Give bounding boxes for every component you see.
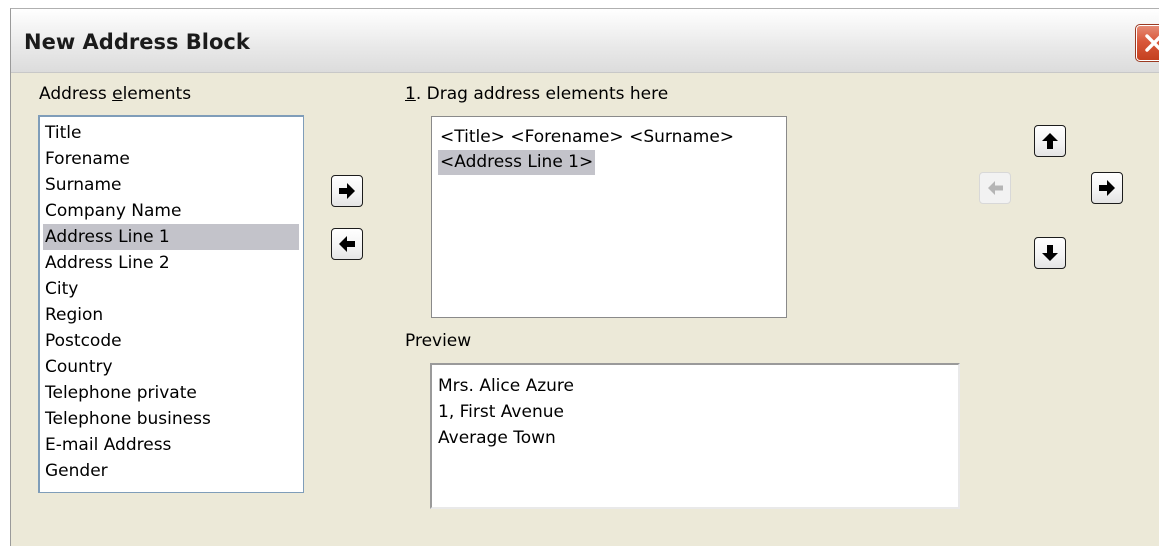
address-elements-list[interactable]: Title Forename Surname Company Name Addr… xyxy=(38,115,304,493)
list-item[interactable]: Company Name xyxy=(43,198,181,224)
move-left-button[interactable] xyxy=(979,172,1011,204)
move-up-button[interactable] xyxy=(1034,125,1066,157)
move-right-button[interactable] xyxy=(1091,172,1123,204)
list-item[interactable]: Title xyxy=(43,120,81,146)
address-block-line[interactable]: <Title> <Forename> <Surname> xyxy=(438,125,736,150)
preview-line: Mrs. Alice Azure xyxy=(438,376,575,396)
list-item[interactable]: E-mail Address xyxy=(43,432,171,458)
arrow-left-icon xyxy=(988,181,1003,195)
move-down-button[interactable] xyxy=(1034,237,1066,269)
list-item[interactable]: Telephone business xyxy=(43,406,211,432)
arrow-up-icon xyxy=(1042,133,1058,149)
preview-line: Average Town xyxy=(438,428,556,448)
list-item[interactable]: Region xyxy=(43,302,103,328)
address-block-drag-area[interactable]: <Title> <Forename> <Surname> <Address Li… xyxy=(431,116,787,318)
arrow-down-icon xyxy=(1042,245,1058,261)
address-elements-label-suffix: lements xyxy=(122,84,192,104)
new-address-block-dialog: New Address Block Address elements Title… xyxy=(10,8,1159,546)
dialog-title: New Address Block xyxy=(24,30,250,54)
list-item[interactable]: Postcode xyxy=(43,328,122,354)
preview-line: 1, First Avenue xyxy=(438,402,564,422)
list-item-selected[interactable]: Address Line 1 xyxy=(43,224,299,250)
address-elements-label-mnemonic: e xyxy=(112,84,123,104)
title-bar[interactable]: New Address Block xyxy=(11,9,1159,73)
arrow-right-icon xyxy=(1099,180,1115,196)
address-block-line-selected[interactable]: <Address Line 1> xyxy=(438,150,596,175)
arrow-right-icon xyxy=(339,183,355,199)
address-elements-label: Address elements xyxy=(39,84,191,104)
list-item[interactable]: Forename xyxy=(43,146,130,172)
list-item[interactable]: Surname xyxy=(43,172,121,198)
close-button[interactable] xyxy=(1135,24,1159,62)
remove-element-button[interactable] xyxy=(331,228,363,260)
drag-area-label-suffix: . Drag address elements here xyxy=(415,84,669,104)
address-elements-label-prefix: Address xyxy=(39,84,113,104)
close-icon xyxy=(1145,34,1159,52)
list-item[interactable]: Address Line 2 xyxy=(43,250,170,276)
preview-label: Preview xyxy=(405,331,472,351)
add-element-button[interactable] xyxy=(331,175,363,207)
drag-area-label: 1. Drag address elements here xyxy=(405,84,668,104)
drag-area-label-mnemonic: 1 xyxy=(405,84,416,104)
list-item[interactable]: Gender xyxy=(43,458,108,484)
list-item[interactable]: Country xyxy=(43,354,113,380)
preview-box: Mrs. Alice Azure 1, First Avenue Average… xyxy=(430,363,960,509)
list-item[interactable]: Telephone private xyxy=(43,380,197,406)
arrow-left-icon xyxy=(339,236,355,252)
list-item[interactable]: City xyxy=(43,276,78,302)
